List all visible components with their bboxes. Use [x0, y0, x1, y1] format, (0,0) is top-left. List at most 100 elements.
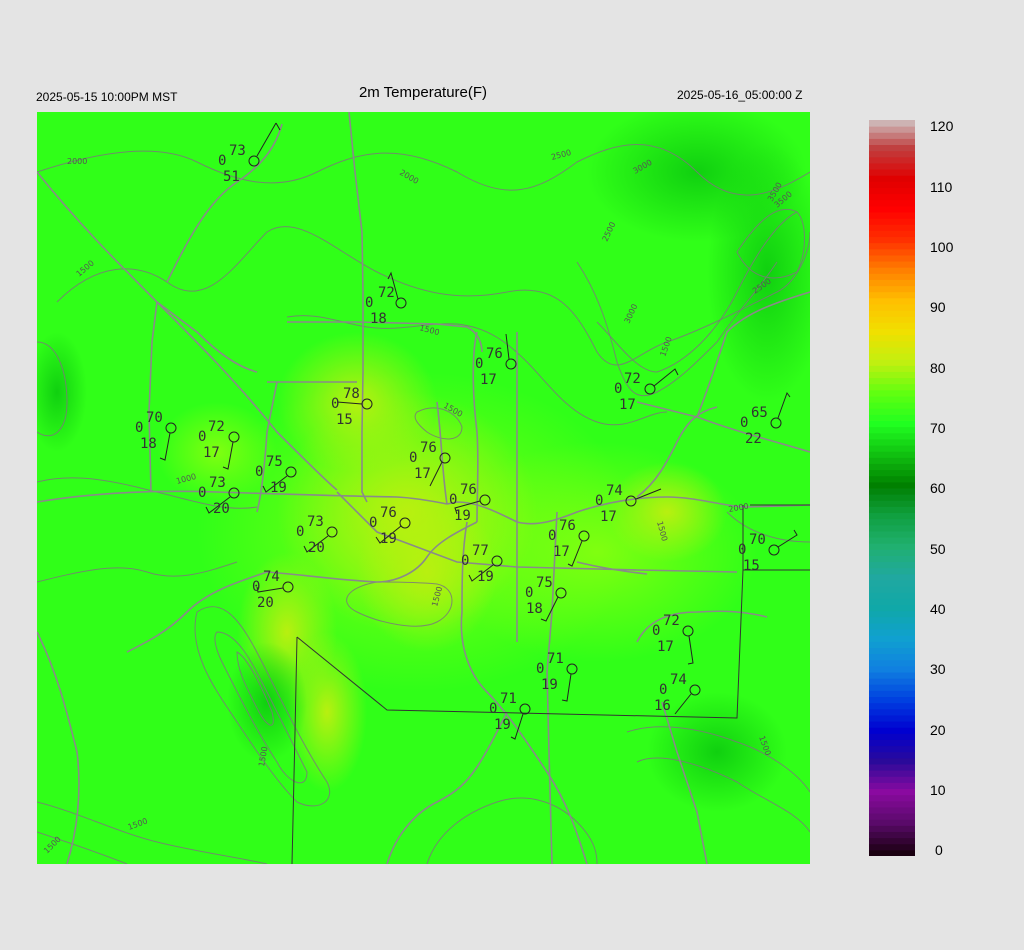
colorbar-band [869, 782, 915, 790]
colorbar-tick: 120 [930, 118, 954, 134]
colorbar-band [869, 242, 915, 250]
station-dewpoint: 20 [213, 501, 230, 517]
station-dewpoint: 20 [308, 540, 325, 556]
station-temp: 75 [266, 454, 283, 470]
colorbar-tick: 100 [930, 239, 954, 255]
station-temp: 76 [559, 518, 576, 534]
colorbar-band [869, 745, 915, 753]
colorbar-band [869, 500, 915, 507]
colorbar-band [869, 193, 915, 201]
colorbar-tick: 90 [930, 299, 946, 315]
colorbar-band [869, 586, 915, 593]
colorbar-band [869, 144, 915, 152]
colorbar-band [869, 714, 915, 722]
station-dewpoint: 17 [203, 445, 220, 461]
station-temp: 71 [547, 651, 564, 667]
colorbar-tick: 30 [930, 661, 946, 677]
station-dewpoint: 17 [657, 639, 674, 655]
station-temp: 72 [624, 371, 641, 387]
colorbar-band [869, 254, 915, 262]
contour-label: 2000 [67, 157, 87, 166]
station-mid: 0 [652, 623, 660, 639]
station-temp: 76 [380, 505, 397, 521]
colorbar-band [869, 849, 915, 856]
colorbar-band [869, 733, 915, 740]
station-dewpoint: 19 [494, 717, 511, 733]
colorbar-band [869, 169, 915, 176]
colorbar-band [869, 567, 915, 575]
colorbar-tick: 80 [930, 360, 946, 376]
colorbar-band [869, 592, 915, 599]
colorbar-band [869, 310, 915, 317]
colorbar-band [869, 530, 915, 538]
colorbar-band [869, 445, 915, 452]
station-dewpoint: 17 [414, 466, 431, 482]
colorbar-band [869, 353, 915, 360]
colorbar-band [869, 512, 915, 520]
colorbar-tick: 70 [930, 420, 946, 436]
colorbar-band [869, 653, 915, 661]
colorbar-band [869, 616, 915, 624]
station-dewpoint: 19 [477, 569, 494, 585]
colorbar-band [869, 598, 915, 606]
station-mid: 0 [369, 515, 377, 531]
station-temp: 76 [460, 482, 477, 498]
colorbar-band [869, 451, 915, 458]
colorbar-band [869, 561, 915, 569]
colorbar-band [869, 236, 915, 244]
colorbar-band [869, 721, 915, 728]
colorbar-band [869, 573, 915, 581]
colorbar-band [869, 383, 915, 391]
station-mid: 0 [595, 493, 603, 509]
colorbar-band [869, 212, 915, 219]
colorbar-band [869, 831, 915, 839]
colorbar-band [869, 340, 915, 348]
colorbar-band [869, 684, 915, 691]
colorbar-band [869, 230, 915, 238]
colorbar-band [869, 469, 915, 477]
colorbar-band [869, 622, 915, 630]
station-temp: 72 [378, 285, 395, 301]
temperature-colorbar [869, 120, 915, 856]
colorbar-band [869, 794, 915, 802]
colorbar-band [869, 150, 915, 158]
colorbar-band [869, 218, 915, 225]
station-mid: 0 [525, 585, 533, 601]
colorbar-band [869, 316, 915, 323]
colorbar-band [869, 610, 915, 618]
colorbar-band [869, 438, 915, 446]
colorbar-band [869, 365, 915, 372]
station-temp: 74 [670, 672, 687, 688]
station-mid: 0 [461, 553, 469, 569]
station-temp: 75 [536, 575, 553, 591]
colorbar-band [869, 414, 915, 422]
station-dewpoint: 15 [743, 558, 760, 574]
colorbar-band [869, 549, 915, 556]
utc-time-label: 2025-05-16_05:00:00 Z [677, 88, 803, 102]
colorbar-band [869, 475, 915, 483]
colorbar-band [869, 426, 915, 434]
colorbar-tick: 10 [930, 782, 946, 798]
colorbar-band [869, 481, 915, 489]
colorbar-band [869, 132, 915, 139]
colorbar-band [869, 764, 915, 771]
colorbar-band [869, 665, 915, 673]
colorbar-band [869, 518, 915, 526]
colorbar-band [869, 156, 915, 164]
colorbar-band [869, 162, 915, 170]
colorbar-band [869, 647, 915, 655]
colorbar-band [869, 322, 915, 330]
colorbar-band [869, 641, 915, 648]
colorbar-band [869, 494, 915, 501]
station-mid: 0 [198, 485, 206, 501]
colorbar-band [869, 524, 915, 532]
station-temp: 73 [307, 514, 324, 530]
station-dewpoint: 18 [526, 601, 543, 617]
colorbar-band [869, 138, 915, 146]
station-temp: 74 [263, 569, 280, 585]
colorbar-band [869, 463, 915, 471]
station-dewpoint: 20 [257, 595, 274, 611]
colorbar-tick: 0 [935, 842, 943, 858]
station-mid: 0 [659, 682, 667, 698]
colorbar-band [869, 806, 915, 814]
